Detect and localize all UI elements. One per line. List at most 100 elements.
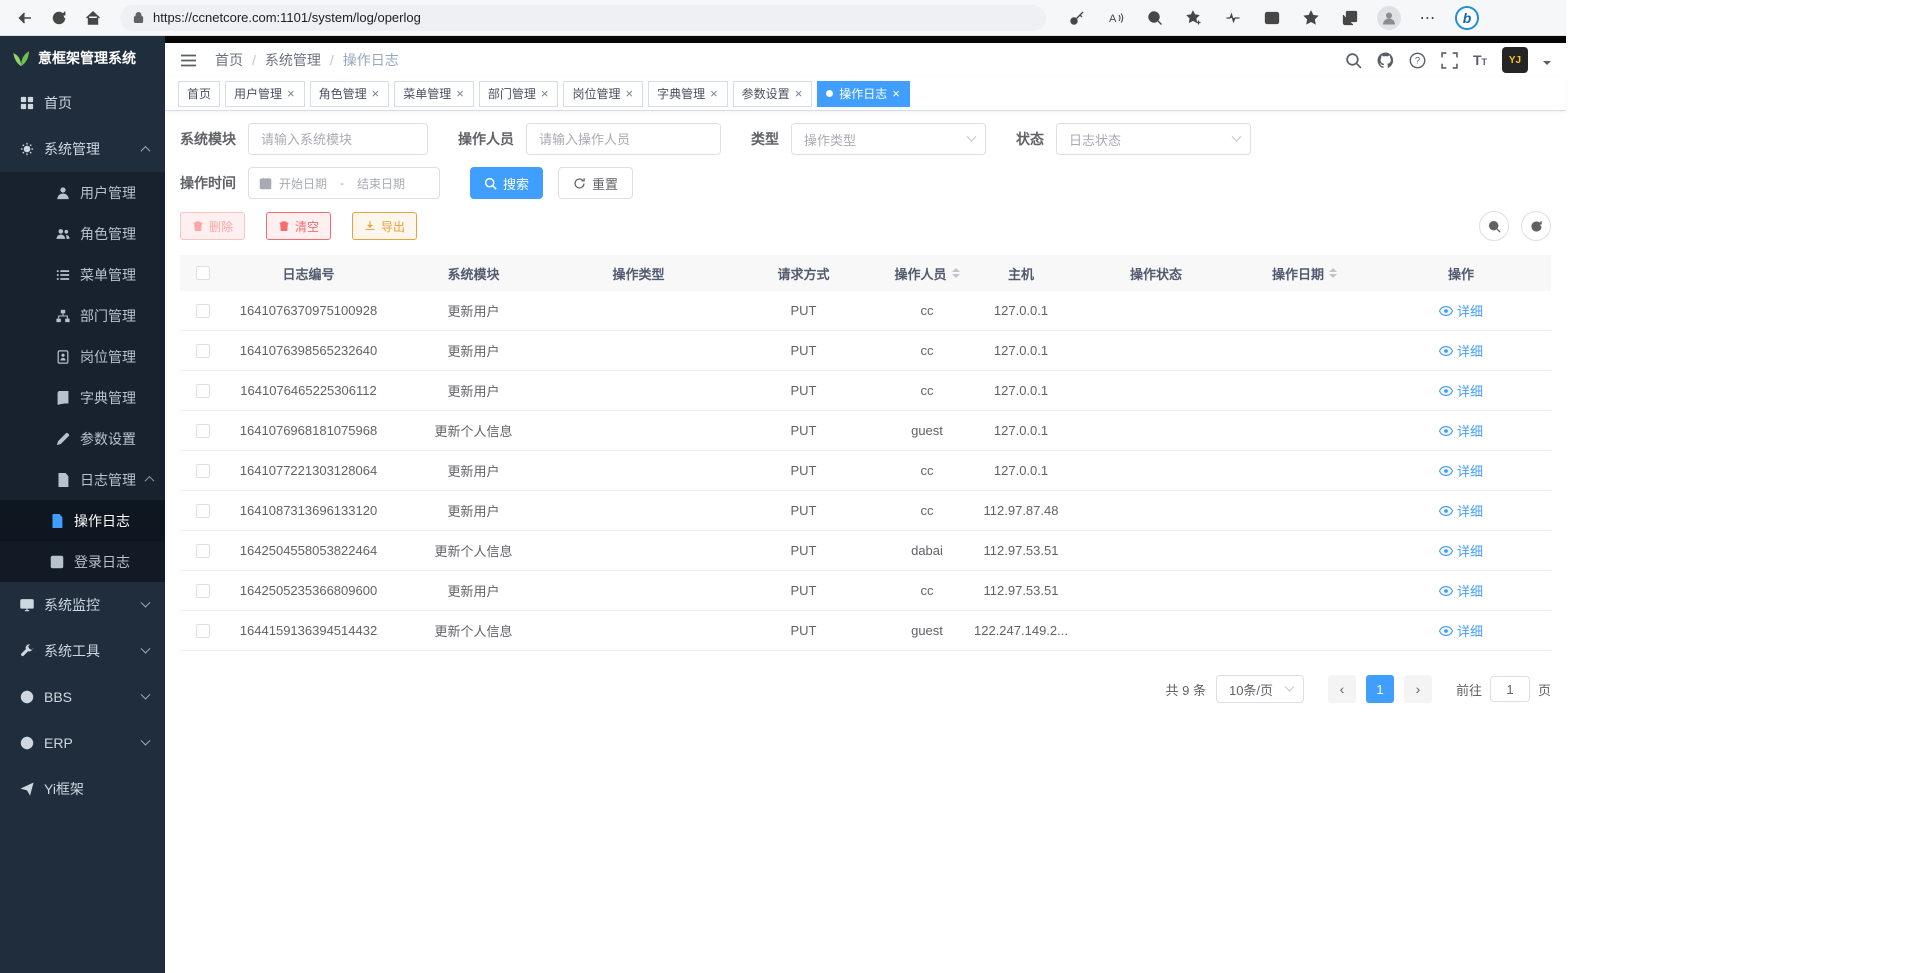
header-date-sortable[interactable]: 操作日期 bbox=[1238, 264, 1371, 283]
header-operator-sortable[interactable]: 操作人员 bbox=[886, 264, 968, 283]
row-checkbox[interactable] bbox=[196, 584, 210, 598]
detail-link[interactable]: 详细 bbox=[1439, 301, 1483, 320]
row-checkbox[interactable] bbox=[196, 624, 210, 638]
tab-role-management[interactable]: 角色管理 × bbox=[310, 81, 390, 107]
select-all-checkbox[interactable] bbox=[196, 266, 210, 280]
detail-link[interactable]: 详细 bbox=[1439, 381, 1483, 400]
prev-page-button[interactable]: ‹ bbox=[1328, 675, 1356, 703]
tab-close-icon[interactable]: × bbox=[286, 87, 296, 100]
browser-home-button[interactable] bbox=[78, 4, 108, 32]
row-checkbox[interactable] bbox=[196, 544, 210, 558]
sidebar-subitem-log-management[interactable]: 日志管理 bbox=[0, 459, 165, 500]
detail-link[interactable]: 详细 bbox=[1439, 461, 1483, 480]
tab-user-management[interactable]: 用户管理 × bbox=[225, 81, 305, 107]
tab-position-management[interactable]: 岗位管理 × bbox=[563, 81, 643, 107]
sidebar-item-system-management[interactable]: 系统管理 bbox=[0, 126, 165, 172]
zoom-out-button[interactable] bbox=[1140, 4, 1170, 32]
tab-parameter-settings[interactable]: 参数设置 × bbox=[733, 81, 813, 107]
row-checkbox[interactable] bbox=[196, 424, 210, 438]
sidebar-item-label: 角色管理 bbox=[80, 224, 136, 244]
status-select[interactable]: 日志状态 bbox=[1056, 123, 1251, 155]
page-size-select[interactable]: 10条/页 bbox=[1216, 675, 1304, 703]
help-icon[interactable]: ? bbox=[1409, 52, 1426, 69]
detail-link[interactable]: 详细 bbox=[1439, 541, 1483, 560]
tab-home[interactable]: 首页 bbox=[178, 81, 220, 107]
font-size-icon[interactable]: TT bbox=[1473, 52, 1487, 68]
delete-button[interactable]: 删除 bbox=[180, 212, 245, 240]
tab-dictionary-management[interactable]: 字典管理 × bbox=[648, 81, 728, 107]
date-range-picker[interactable]: 开始日期 - 结束日期 bbox=[248, 167, 440, 199]
split-screen-button[interactable] bbox=[1257, 4, 1287, 32]
sidebar-subitem-department-management[interactable]: 部门管理 bbox=[0, 295, 165, 336]
sidebar-toggle-button[interactable] bbox=[180, 52, 197, 69]
browser-url-bar[interactable]: https://ccnetcore.com:1101/system/log/op… bbox=[120, 5, 1046, 31]
sidebar-subitem-parameter-settings[interactable]: 参数设置 bbox=[0, 418, 165, 459]
breadcrumb-item[interactable]: 系统管理 bbox=[265, 50, 321, 70]
row-checkbox[interactable] bbox=[196, 304, 210, 318]
caret-down-icon[interactable] bbox=[1543, 61, 1551, 69]
sidebar-subitem-position-management[interactable]: 岗位管理 bbox=[0, 336, 165, 377]
browser-settings-button[interactable]: ⋯ bbox=[1413, 4, 1443, 32]
tab-close-icon[interactable]: × bbox=[455, 87, 465, 100]
sidebar-subitem-role-management[interactable]: 角色管理 bbox=[0, 213, 165, 254]
bing-chat-button[interactable]: b bbox=[1452, 4, 1482, 32]
next-page-button[interactable]: › bbox=[1404, 675, 1432, 703]
sort-icons[interactable] bbox=[952, 264, 960, 282]
row-checkbox[interactable] bbox=[196, 504, 210, 518]
export-button[interactable]: 导出 bbox=[352, 212, 417, 240]
sort-icons[interactable] bbox=[1329, 264, 1337, 282]
sidebar-item-yi-framework[interactable]: Yi框架 bbox=[0, 766, 165, 812]
goto-page-input[interactable] bbox=[1490, 676, 1530, 702]
type-select[interactable]: 操作类型 bbox=[791, 123, 986, 155]
search-button[interactable]: 搜索 bbox=[470, 167, 543, 199]
tab-close-icon[interactable]: × bbox=[794, 87, 804, 100]
tab-close-icon[interactable]: × bbox=[709, 87, 719, 100]
operator-input[interactable] bbox=[526, 123, 721, 155]
sidebar-item-erp[interactable]: ERP bbox=[0, 720, 165, 766]
fullscreen-icon[interactable] bbox=[1441, 52, 1458, 69]
user-avatar[interactable]: YJ bbox=[1502, 47, 1528, 73]
browser-refresh-button[interactable] bbox=[44, 4, 74, 32]
detail-link[interactable]: 详细 bbox=[1439, 581, 1483, 600]
sidebar-subitem-login-log[interactable]: 登录日志 bbox=[0, 541, 165, 582]
header-search-button[interactable] bbox=[1345, 52, 1362, 69]
show-search-button[interactable] bbox=[1479, 211, 1509, 241]
clear-button[interactable]: 清空 bbox=[266, 212, 331, 240]
add-favorite-button[interactable] bbox=[1179, 4, 1209, 32]
github-icon[interactable] bbox=[1377, 52, 1394, 69]
read-aloud-button[interactable]: A bbox=[1101, 4, 1131, 32]
browser-profile-button[interactable] bbox=[1374, 4, 1404, 32]
sidebar-subitem-user-management[interactable]: 用户管理 bbox=[0, 172, 165, 213]
sidebar-item-home[interactable]: 首页 bbox=[0, 80, 165, 126]
refresh-table-button[interactable] bbox=[1521, 211, 1551, 241]
sidebar-item-system-monitor[interactable]: 系统监控 bbox=[0, 582, 165, 628]
tab-operation-log[interactable]: 操作日志 × bbox=[817, 81, 910, 107]
browser-essentials-button[interactable] bbox=[1218, 4, 1248, 32]
sidebar-item-bbs[interactable]: BBS bbox=[0, 674, 165, 720]
password-key-button[interactable] bbox=[1062, 4, 1092, 32]
sidebar-subitem-operation-log[interactable]: 操作日志 bbox=[0, 500, 165, 541]
tab-close-icon[interactable]: × bbox=[371, 87, 381, 100]
breadcrumb-item[interactable]: 首页 bbox=[215, 50, 243, 70]
detail-link[interactable]: 详细 bbox=[1439, 421, 1483, 440]
tab-close-icon[interactable]: × bbox=[891, 87, 901, 100]
browser-back-button[interactable] bbox=[10, 4, 40, 32]
detail-link[interactable]: 详细 bbox=[1439, 501, 1483, 520]
sidebar-subitem-menu-management[interactable]: 菜单管理 bbox=[0, 254, 165, 295]
page-button-1[interactable]: 1 bbox=[1366, 675, 1394, 703]
module-input[interactable] bbox=[248, 123, 428, 155]
detail-link[interactable]: 详细 bbox=[1439, 341, 1483, 360]
favorites-button[interactable] bbox=[1296, 4, 1326, 32]
tab-department-management[interactable]: 部门管理 × bbox=[479, 81, 559, 107]
detail-link[interactable]: 详细 bbox=[1439, 621, 1483, 640]
tab-close-icon[interactable]: × bbox=[540, 87, 550, 100]
row-checkbox[interactable] bbox=[196, 344, 210, 358]
sidebar-item-system-tools[interactable]: 系统工具 bbox=[0, 628, 165, 674]
collections-button[interactable] bbox=[1335, 4, 1365, 32]
row-checkbox[interactable] bbox=[196, 384, 210, 398]
sidebar-subitem-dictionary-management[interactable]: 字典管理 bbox=[0, 377, 165, 418]
tab-menu-management[interactable]: 菜单管理 × bbox=[394, 81, 474, 107]
row-checkbox[interactable] bbox=[196, 464, 210, 478]
reset-button[interactable]: 重置 bbox=[558, 167, 633, 199]
tab-close-icon[interactable]: × bbox=[624, 87, 634, 100]
